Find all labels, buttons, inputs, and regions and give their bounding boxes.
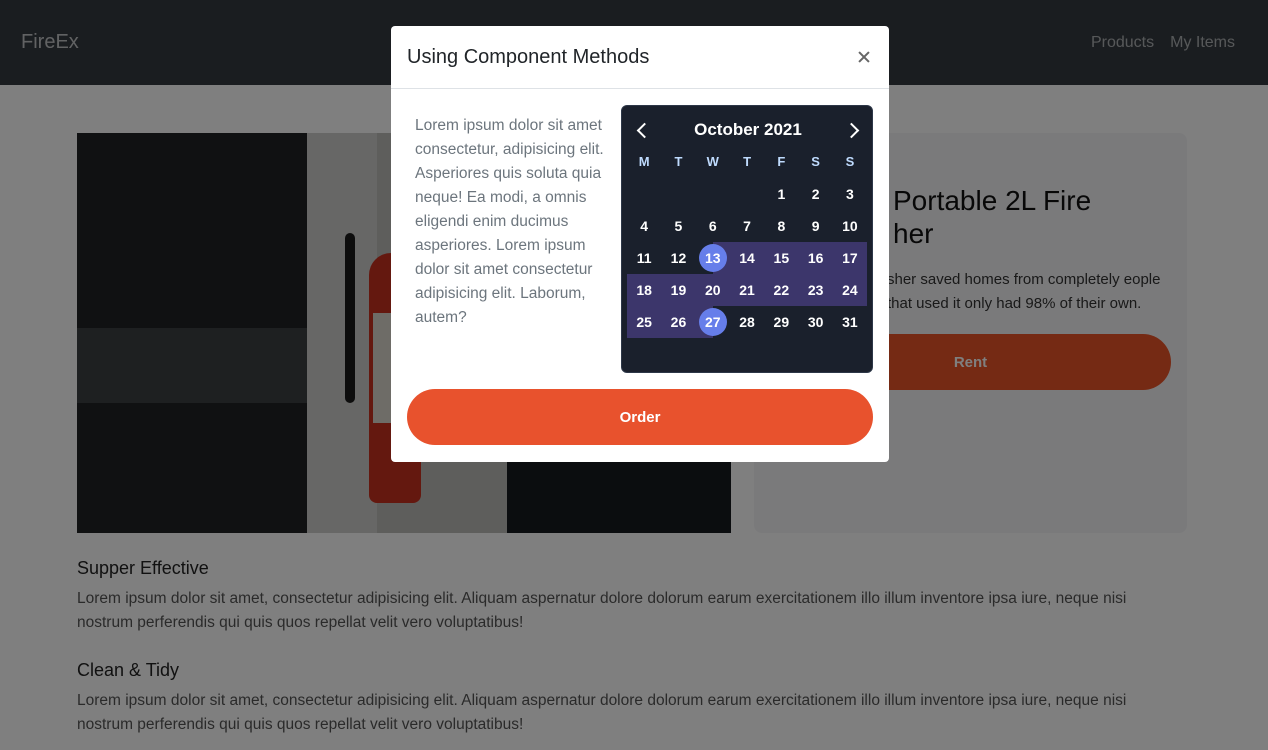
calendar-day[interactable]: 8 bbox=[764, 210, 798, 242]
calendar-day[interactable]: 31 bbox=[833, 306, 867, 338]
calendar-day-number: 8 bbox=[777, 218, 786, 234]
weekday-label: S bbox=[845, 154, 855, 169]
calendar-day-number: 18 bbox=[636, 282, 652, 298]
chevron-left-icon[interactable] bbox=[636, 122, 653, 138]
calendar-day-number: 15 bbox=[773, 250, 790, 266]
calendar-day[interactable]: 21 bbox=[729, 274, 765, 306]
weekday-label: T bbox=[674, 154, 683, 169]
calendar-day-number: 12 bbox=[670, 250, 687, 266]
modal-body-text: Lorem ipsum dolor sit amet consectetur, … bbox=[415, 117, 604, 326]
calendar-day-number: 16 bbox=[807, 250, 824, 266]
calendar-day-number: 21 bbox=[739, 282, 755, 298]
calendar-day-number: 6 bbox=[708, 218, 717, 234]
weekday-label: M bbox=[638, 154, 650, 169]
calendar-day[interactable]: 24 bbox=[832, 274, 868, 306]
weekday-label: F bbox=[777, 154, 786, 169]
calendar-day[interactable]: 15 bbox=[764, 242, 799, 274]
calendar-day-number: 20 bbox=[704, 282, 721, 298]
calendar-day-number: 23 bbox=[807, 282, 824, 298]
calendar-day-number: 10 bbox=[842, 218, 858, 234]
chevron-right-icon[interactable] bbox=[843, 122, 860, 138]
calendar-day-number: 27 bbox=[698, 308, 727, 336]
calendar-day[interactable]: 3 bbox=[833, 178, 867, 210]
calendar-day-number: 14 bbox=[739, 250, 755, 266]
calendar-blank bbox=[661, 178, 695, 210]
calendar-day[interactable]: 23 bbox=[798, 274, 833, 306]
modal-dialog: Using Component Methods Lorem ipsum dolo… bbox=[391, 26, 889, 462]
calendar-grid: M T W T F S S 1 2 3 4 5 6 7 8 9 10 11 12 13 14 15 16 17 18 19 20 21… bbox=[627, 154, 868, 338]
modal-title: Using Component Methods bbox=[407, 45, 650, 68]
calendar-day[interactable]: 12 bbox=[661, 242, 695, 274]
calendar-day[interactable]: 22 bbox=[764, 274, 799, 306]
calendar-day-number: 7 bbox=[743, 218, 751, 234]
calendar-day-number: 30 bbox=[807, 314, 824, 330]
calendar-day-number: 19 bbox=[670, 282, 687, 298]
calendar-day-number: 11 bbox=[636, 250, 652, 266]
calendar-day[interactable]: 27 bbox=[695, 306, 730, 338]
calendar-day-number: 29 bbox=[773, 314, 790, 330]
weekday-label: S bbox=[811, 154, 820, 169]
calendar-day[interactable]: 17 bbox=[832, 242, 868, 274]
calendar-day-number: 3 bbox=[846, 186, 854, 202]
calendar-day-number: 31 bbox=[842, 314, 858, 330]
calendar-day[interactable]: 10 bbox=[833, 210, 867, 242]
calendar-day[interactable]: 7 bbox=[730, 210, 764, 242]
close-icon[interactable] bbox=[855, 48, 873, 66]
weekday-label: T bbox=[743, 154, 752, 169]
calendar-day-number: 28 bbox=[739, 314, 755, 330]
calendar-day[interactable]: 29 bbox=[764, 306, 798, 338]
calendar-day[interactable]: 1 bbox=[764, 178, 798, 210]
calendar-day-number: 17 bbox=[842, 250, 858, 266]
calendar-day[interactable]: 4 bbox=[627, 210, 661, 242]
calendar-day[interactable]: 28 bbox=[730, 306, 764, 338]
calendar-blank bbox=[627, 178, 661, 210]
calendar-day[interactable]: 11 bbox=[627, 242, 661, 274]
calendar-blank bbox=[696, 178, 730, 210]
calendar-day[interactable]: 20 bbox=[695, 274, 730, 306]
calendar-day-number: 2 bbox=[811, 186, 820, 202]
calendar-day-number: 26 bbox=[670, 314, 687, 330]
calendar-day-number: 5 bbox=[674, 218, 683, 234]
date-range-calendar: October 2021 M T W T F S S 1 2 3 4 5 6 7 8 9 10 11 12 13 14 1… bbox=[621, 105, 873, 373]
calendar-day-number: 4 bbox=[640, 218, 649, 234]
calendar-day[interactable]: 14 bbox=[729, 242, 765, 274]
calendar-day-number: 9 bbox=[811, 218, 820, 234]
modal-body: Lorem ipsum dolor sit amet consectetur, … bbox=[391, 89, 889, 389]
calendar-day-number: 1 bbox=[777, 186, 786, 202]
calendar-day[interactable]: 5 bbox=[661, 210, 695, 242]
calendar-day-number: 22 bbox=[773, 282, 790, 298]
calendar-day-number: 24 bbox=[842, 282, 858, 298]
calendar-day[interactable]: 16 bbox=[798, 242, 833, 274]
order-button[interactable]: Order bbox=[407, 389, 873, 445]
calendar-header: October 2021 bbox=[627, 106, 867, 154]
calendar-day[interactable]: 9 bbox=[798, 210, 832, 242]
calendar-day[interactable]: 13 bbox=[695, 242, 730, 274]
calendar-day[interactable]: 30 bbox=[798, 306, 832, 338]
weekday-label: W bbox=[706, 154, 719, 169]
calendar-day[interactable]: 18 bbox=[627, 274, 662, 306]
calendar-month-title[interactable]: October 2021 bbox=[694, 120, 802, 140]
modal-header: Using Component Methods bbox=[391, 26, 889, 89]
calendar-day[interactable]: 6 bbox=[696, 210, 730, 242]
calendar-day[interactable]: 19 bbox=[661, 274, 696, 306]
calendar-day-number: 25 bbox=[636, 314, 652, 330]
calendar-day[interactable]: 25 bbox=[627, 306, 662, 338]
calendar-day[interactable]: 26 bbox=[661, 306, 696, 338]
calendar-day[interactable]: 2 bbox=[798, 178, 832, 210]
calendar-blank bbox=[730, 178, 764, 210]
calendar-day-number: 13 bbox=[698, 244, 727, 272]
